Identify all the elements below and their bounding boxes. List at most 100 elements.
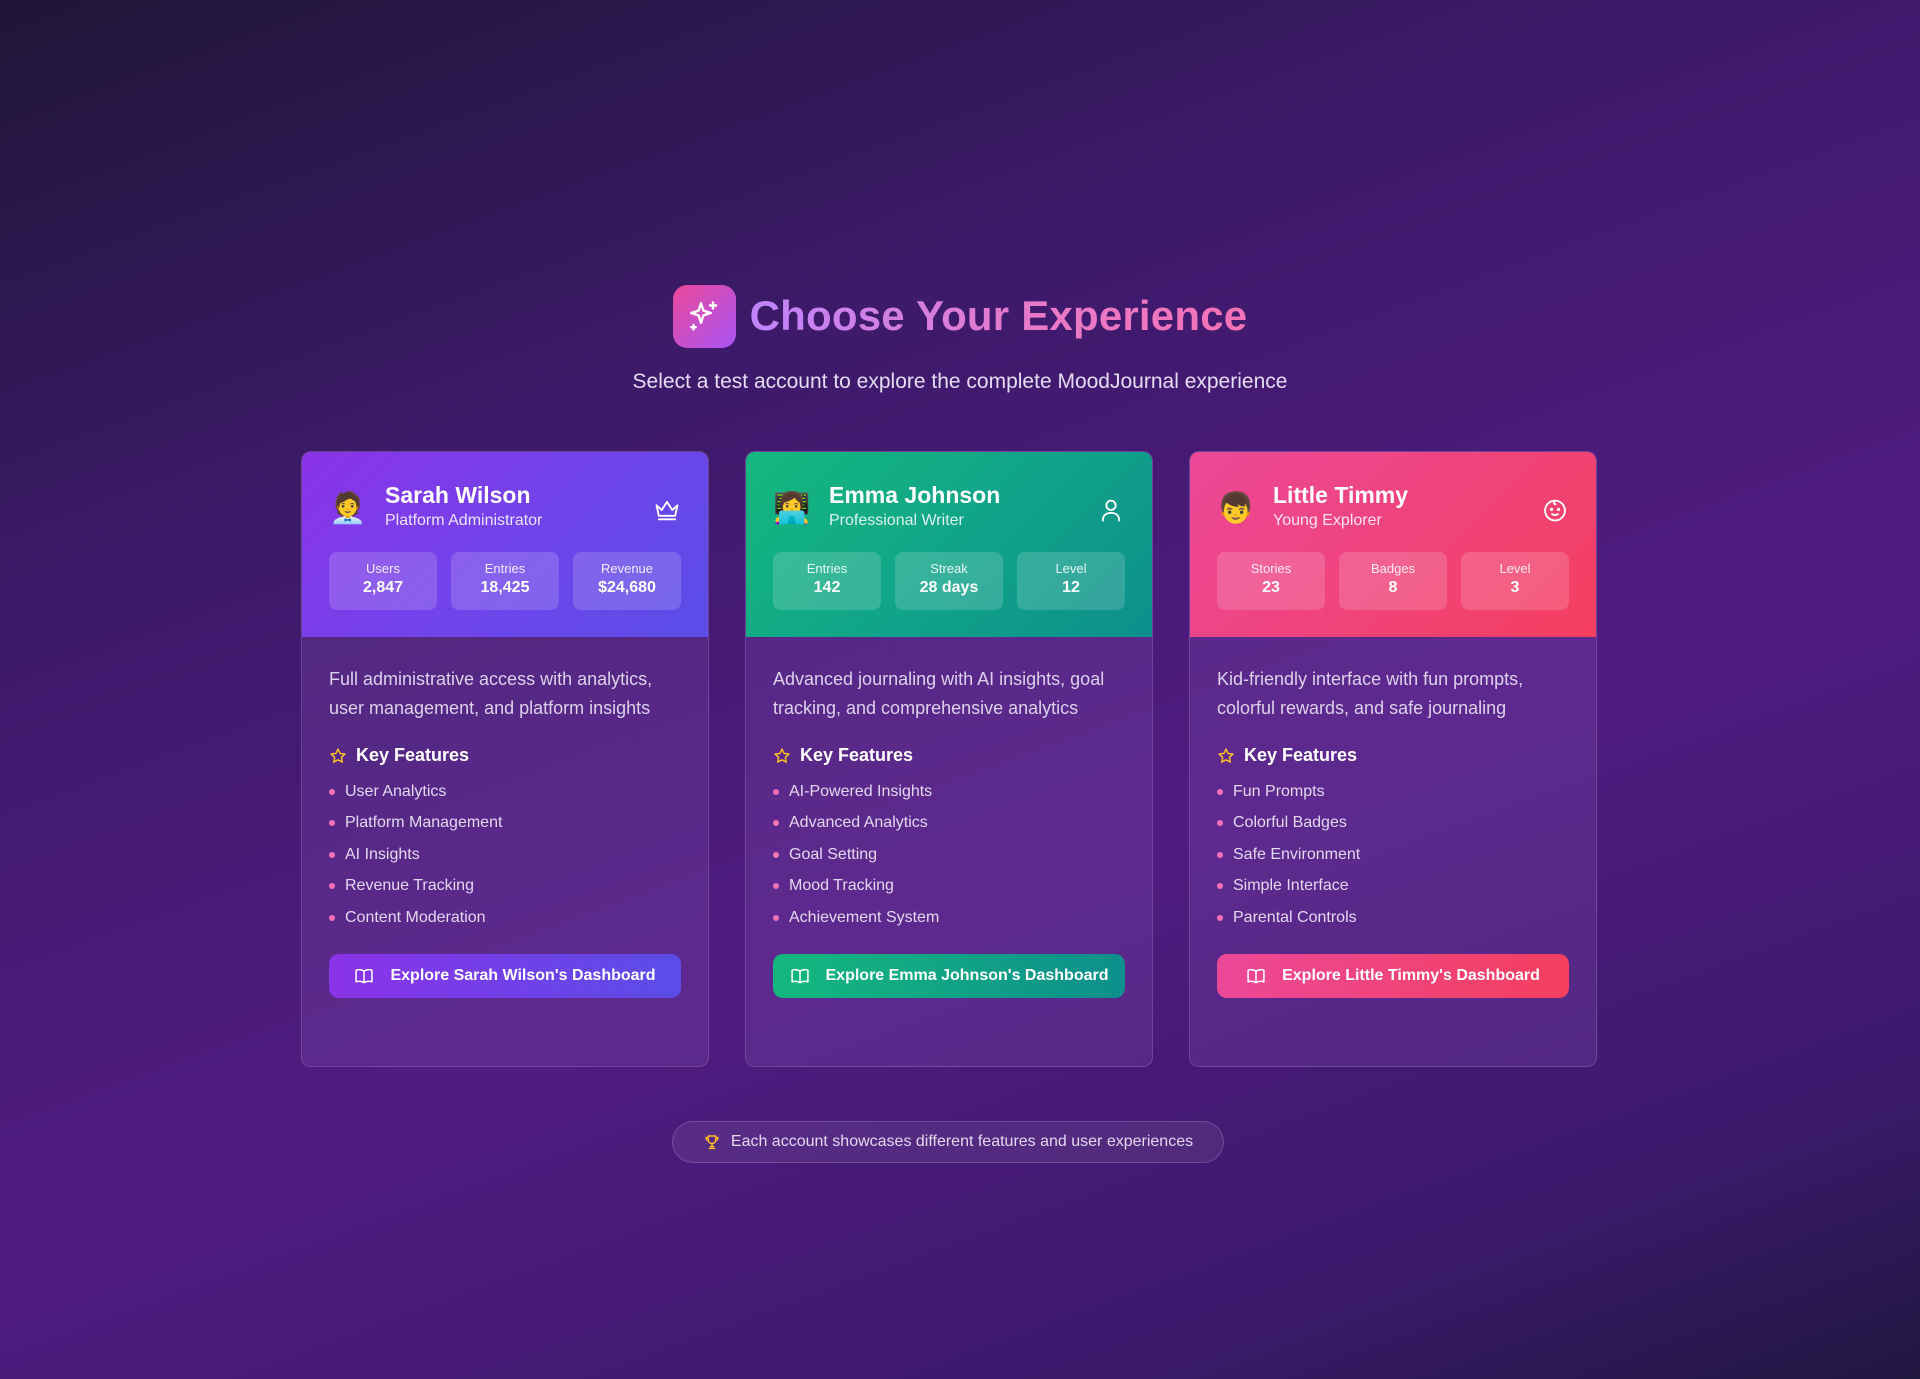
avatar: 👩‍💻 xyxy=(773,492,811,525)
list-item: Content Moderation xyxy=(329,902,681,934)
feature-label: Goal Setting xyxy=(789,845,878,863)
stat-value: 142 xyxy=(813,579,841,596)
account-card-kid[interactable]: 👦 Little Timmy Young Explorer Stories 23… xyxy=(1189,451,1597,1067)
footer-note: Each account showcases different feature… xyxy=(672,1121,1224,1163)
list-item: Mood Tracking xyxy=(773,871,1125,903)
card-body: Advanced journaling with AI insights, go… xyxy=(746,637,1152,998)
bullet-dot xyxy=(1217,788,1223,795)
hero-header: Choose Your Experience Select a test acc… xyxy=(0,284,1920,394)
account-name: Little Timmy xyxy=(1273,482,1409,508)
stat-value: $24,680 xyxy=(598,579,656,596)
feature-label: Mood Tracking xyxy=(789,877,894,895)
stat-revenue: Revenue $24,680 xyxy=(573,552,681,610)
page-subtitle: Select a test account to explore the com… xyxy=(632,370,1288,393)
stat-label: Entries xyxy=(484,561,526,576)
card-header: 🧑‍💼 Sarah Wilson Platform Administrator … xyxy=(302,452,708,637)
feature-label: Platform Management xyxy=(345,814,503,832)
list-item: Parental Controls xyxy=(1217,902,1569,934)
stat-badges: Badges 8 xyxy=(1339,552,1447,610)
account-identity: 👦 Little Timmy Young Explorer xyxy=(1217,482,1569,530)
stat-entries: Entries 18,425 xyxy=(451,552,559,610)
list-item: Colorful Badges xyxy=(1217,808,1569,840)
card-header: 👩‍💻 Emma Johnson Professional Writer Ent… xyxy=(746,452,1152,637)
feature-label: Advanced Analytics xyxy=(789,814,928,832)
explore-kid-dashboard-button[interactable]: Explore Little Timmy's Dashboard xyxy=(1217,953,1569,998)
list-item: Platform Management xyxy=(329,808,681,840)
feature-label: Simple Interface xyxy=(1233,877,1349,895)
stat-level: Level 3 xyxy=(1461,552,1569,610)
feature-label: AI Insights xyxy=(345,845,420,863)
account-cards: 🧑‍💼 Sarah Wilson Platform Administrator … xyxy=(301,451,1597,1067)
bullet-dot xyxy=(773,820,779,827)
card-body: Full administrative access with analytic… xyxy=(302,637,708,998)
stat-label: Badges xyxy=(1370,561,1416,576)
list-item: Achievement System xyxy=(773,902,1125,934)
features-list: AI-Powered Insights Advanced Analytics G… xyxy=(773,776,1125,934)
feature-label: Colorful Badges xyxy=(1233,814,1347,832)
bullet-dot xyxy=(329,883,335,890)
explore-writer-dashboard-button[interactable]: Explore Emma Johnson's Dashboard xyxy=(773,953,1125,998)
bullet-dot xyxy=(773,851,779,858)
stats-row: Entries 142 Streak 28 days Level 12 xyxy=(773,552,1125,610)
user-icon xyxy=(1097,496,1125,524)
key-features-heading: Key Features xyxy=(329,745,681,766)
stat-value: 3 xyxy=(1510,579,1520,596)
account-card-writer[interactable]: 👩‍💻 Emma Johnson Professional Writer Ent… xyxy=(745,451,1153,1067)
feature-label: Content Moderation xyxy=(345,908,486,926)
account-card-admin[interactable]: 🧑‍💼 Sarah Wilson Platform Administrator … xyxy=(301,451,709,1067)
stat-entries: Entries 142 xyxy=(773,552,881,610)
stats-row: Users 2,847 Entries 18,425 Revenue $24,6… xyxy=(329,552,681,610)
feature-label: Achievement System xyxy=(789,908,940,926)
button-label: Explore Little Timmy's Dashboard xyxy=(1282,966,1540,984)
stat-label: Level xyxy=(1055,561,1087,576)
list-item: Goal Setting xyxy=(773,839,1125,871)
bullet-dot xyxy=(773,883,779,890)
account-name: Sarah Wilson xyxy=(385,482,531,508)
stat-label: Stories xyxy=(1250,561,1292,576)
account-selection-page: Choose Your Experience Select a test acc… xyxy=(0,0,1920,1379)
bullet-dot xyxy=(773,788,779,795)
star-icon xyxy=(1218,747,1234,763)
card-body: Kid-friendly interface with fun prompts,… xyxy=(1190,637,1596,998)
bullet-dot xyxy=(773,914,779,921)
stat-value: 12 xyxy=(1062,579,1080,596)
avatar: 👦 xyxy=(1217,492,1255,525)
stat-value: 8 xyxy=(1388,579,1398,596)
feature-label: Safe Environment xyxy=(1233,845,1361,863)
account-identity: 👩‍💻 Emma Johnson Professional Writer xyxy=(773,482,1125,530)
account-role: Platform Administrator xyxy=(385,512,543,529)
bullet-dot xyxy=(1217,851,1223,858)
book-open-icon xyxy=(790,968,809,983)
avatar: 🧑‍💼 xyxy=(329,492,367,525)
button-label: Explore Sarah Wilson's Dashboard xyxy=(390,966,656,984)
list-item: Fun Prompts xyxy=(1217,776,1569,808)
book-open-icon xyxy=(1247,968,1265,983)
stat-label: Level xyxy=(1499,561,1531,576)
list-item: Advanced Analytics xyxy=(773,808,1125,840)
list-item: AI Insights xyxy=(329,839,681,871)
account-description: Full administrative access with analytic… xyxy=(329,669,653,718)
feature-label: Fun Prompts xyxy=(1233,782,1325,800)
key-features-title: Key Features xyxy=(356,745,470,765)
page-title: Choose Your Experience xyxy=(749,292,1248,339)
trophy-icon xyxy=(705,1135,719,1150)
stat-label: Streak xyxy=(930,561,968,576)
footer-text: Each account showcases different feature… xyxy=(730,1133,1194,1150)
key-features-heading: Key Features xyxy=(773,745,1125,766)
bullet-dot xyxy=(1217,820,1223,827)
bullet-dot xyxy=(1217,914,1223,921)
key-features-title: Key Features xyxy=(1244,745,1358,765)
star-icon xyxy=(774,747,790,763)
features-list: Fun Prompts Colorful Badges Safe Environ… xyxy=(1217,776,1569,934)
account-description: Advanced journaling with AI insights, go… xyxy=(773,669,1105,718)
account-role: Professional Writer xyxy=(829,512,964,529)
feature-label: AI-Powered Insights xyxy=(789,782,933,800)
explore-admin-dashboard-button[interactable]: Explore Sarah Wilson's Dashboard xyxy=(329,953,681,998)
sparkles-icon xyxy=(672,284,736,348)
list-item: AI-Powered Insights xyxy=(773,776,1125,808)
list-item: User Analytics xyxy=(329,776,681,808)
features-list: User Analytics Platform Management AI In… xyxy=(329,776,681,934)
title-row: Choose Your Experience xyxy=(672,284,1248,348)
bullet-dot xyxy=(329,851,335,858)
account-role: Young Explorer xyxy=(1273,512,1382,529)
